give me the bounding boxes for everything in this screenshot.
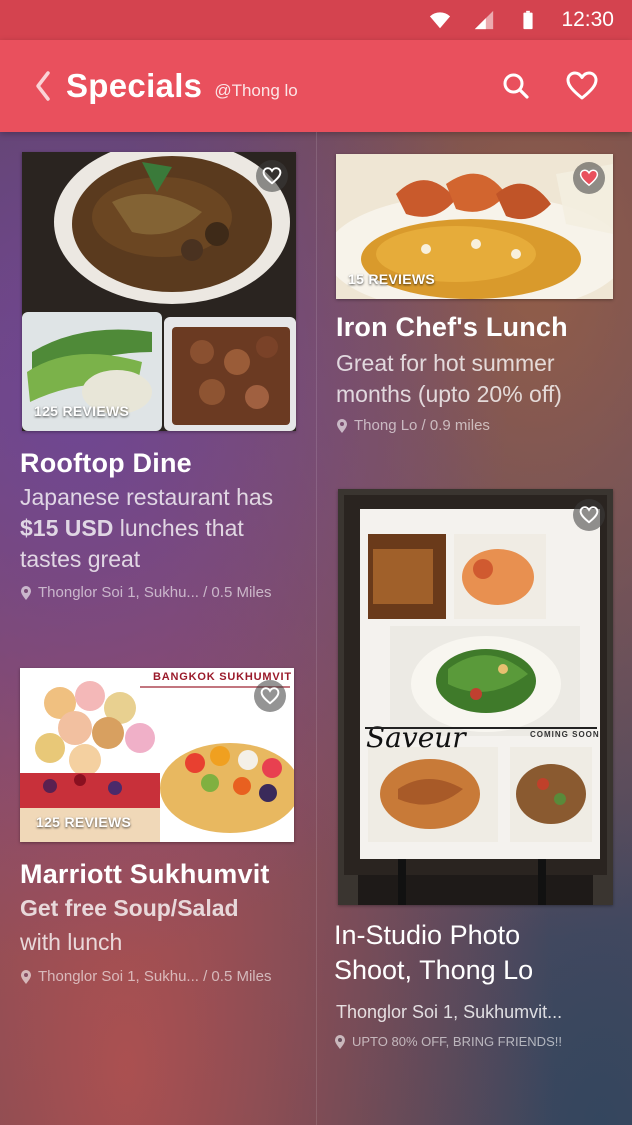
favorite-toggle[interactable] bbox=[254, 680, 286, 712]
status-bar: 12:30 bbox=[0, 0, 632, 40]
battery-icon bbox=[523, 10, 534, 30]
card-title[interactable]: Marriott Sukhumvit bbox=[20, 859, 270, 890]
favorite-toggle-active[interactable] bbox=[573, 162, 605, 194]
card-location: Thong Lo / 0.9 miles bbox=[336, 417, 490, 434]
column-divider bbox=[316, 132, 317, 1125]
card-location: Thonglor Soi 1, Sukhu... / 0.5 Miles bbox=[20, 968, 271, 985]
heart-filled-icon bbox=[579, 169, 599, 187]
app-bar: Specials @Thong lo bbox=[0, 40, 632, 132]
page-location-subtitle: @Thong lo bbox=[214, 81, 298, 100]
poster-logo: Saveur bbox=[366, 721, 466, 754]
heart-outline-icon bbox=[566, 71, 598, 100]
heart-outline-icon bbox=[260, 687, 280, 705]
card-image-photo-shoot[interactable]: Saveur COMING SOON bbox=[338, 489, 613, 905]
status-time: 12:30 bbox=[561, 8, 614, 31]
location-pin-icon bbox=[21, 969, 31, 984]
reviews-count: 125 REVIEWS bbox=[34, 403, 130, 419]
card-title[interactable]: In-Studio Photo Shoot, Thong Lo bbox=[334, 918, 604, 988]
card-offer: UPTO 80% OFF, BRING FRIENDS!! bbox=[334, 1034, 562, 1049]
card-image-iron-chef[interactable]: 15 REVIEWS bbox=[336, 154, 613, 299]
search-button[interactable] bbox=[498, 68, 534, 104]
card-description-line2: with lunch bbox=[20, 929, 123, 955]
poster-photo-saveur bbox=[338, 489, 613, 905]
poster-tag: COMING SOON bbox=[530, 730, 600, 739]
search-icon bbox=[503, 73, 529, 99]
card-title[interactable]: Rooftop Dine bbox=[20, 448, 192, 479]
location-pin-icon bbox=[21, 585, 31, 600]
favorite-toggle[interactable] bbox=[573, 499, 605, 531]
card-image-marriott[interactable]: BANGKOK SUKHUMVIT 125 REVIEWS bbox=[20, 668, 294, 842]
heart-outline-icon bbox=[262, 167, 282, 185]
card-description: Japanese restaurant has $15 USD lunches … bbox=[20, 484, 274, 572]
back-button[interactable] bbox=[28, 66, 58, 106]
card-image-rooftop-dine[interactable]: 125 REVIEWS bbox=[22, 152, 296, 431]
signal-icon bbox=[475, 10, 494, 30]
card-description: Great for hot summer months (upto 20% of… bbox=[336, 350, 562, 407]
reviews-count: 125 REVIEWS bbox=[36, 814, 132, 830]
card-description-line1: Get free Soup/Salad bbox=[20, 895, 239, 921]
location-pin-icon bbox=[335, 1034, 345, 1049]
card-title[interactable]: Iron Chef's Lunch bbox=[336, 312, 568, 343]
reviews-count: 15 REVIEWS bbox=[348, 271, 436, 287]
card-subtitle: Thonglor Soi 1, Sukhumvit... bbox=[336, 1002, 563, 1022]
page-title: Specials bbox=[66, 67, 203, 104]
card-location: Thonglor Soi 1, Sukhu... / 0.5 Miles bbox=[20, 584, 271, 601]
wifi-icon bbox=[430, 12, 451, 29]
location-pin-icon bbox=[337, 418, 347, 433]
food-photo-noodle-soup bbox=[22, 152, 296, 431]
favorites-button[interactable] bbox=[564, 68, 600, 104]
back-chevron-icon bbox=[36, 71, 50, 101]
heart-outline-icon bbox=[579, 506, 599, 524]
poster-rule bbox=[365, 727, 597, 729]
favorite-toggle[interactable] bbox=[256, 160, 288, 192]
